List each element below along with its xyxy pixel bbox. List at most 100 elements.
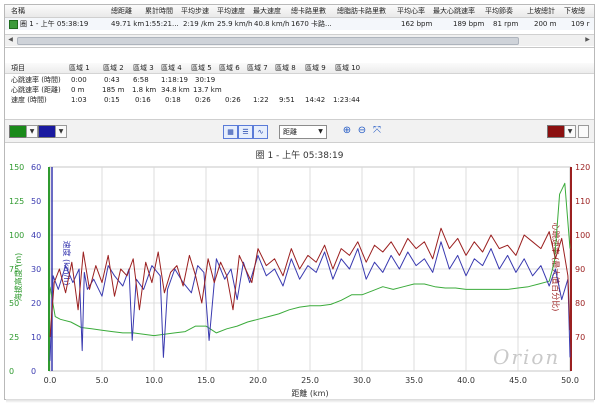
zone-value: 13.7 km: [193, 86, 222, 94]
elevation-tick-label: 0: [9, 367, 14, 376]
horizontal-scrollbar[interactable]: ◀ ▶: [5, 34, 594, 46]
elevation-tick-label: 125: [9, 197, 24, 206]
watermark-text: Orion: [493, 345, 561, 369]
app-window: 名稱 總距離 累計時間 平均步速 平均速度 最大速度 總卡路里數 總脂肪卡路里數…: [4, 4, 595, 400]
col-header-calories[interactable]: 總卡路里數: [291, 6, 326, 16]
heart-rate-color-swatch[interactable]: [547, 125, 565, 138]
chevron-down-icon[interactable]: ▼: [55, 125, 67, 138]
zone-value: 0:26: [225, 96, 241, 104]
x-tick-label: 15.0: [197, 376, 215, 385]
options-button[interactable]: [578, 125, 589, 138]
zone-value: 1:23:44: [333, 96, 360, 104]
lap-icon: [9, 20, 18, 29]
scroll-right-icon[interactable]: ▶: [583, 36, 592, 44]
col-header-name[interactable]: 名稱: [11, 6, 25, 16]
zones-col-item[interactable]: 項目: [11, 63, 25, 73]
col-header-max-hr[interactable]: 最大心跳速率: [433, 6, 475, 16]
zones-row-label: 速度 (時間): [11, 96, 47, 104]
speed-tick-label: 20: [31, 299, 41, 308]
col-header-max-speed[interactable]: 最大速度: [253, 6, 281, 16]
zone-value: 0 m: [71, 86, 85, 94]
lap-summary-table: 名稱 總距離 累計時間 平均步速 平均速度 最大速度 總卡路里數 總脂肪卡路里數…: [5, 5, 594, 48]
chevron-down-icon[interactable]: ▼: [26, 125, 38, 138]
zones-col-10[interactable]: 區域 10: [335, 63, 360, 73]
speed-color-swatch[interactable]: [38, 125, 56, 138]
zones-col-1[interactable]: 區域 1: [69, 63, 90, 73]
zones-col-2[interactable]: 區域 2: [103, 63, 124, 73]
chevron-down-icon: ▼: [318, 128, 323, 135]
col-header-avg-pace[interactable]: 平均步速: [181, 6, 209, 16]
zone-value: 1:03: [71, 96, 87, 104]
zone-value: 30:19: [195, 76, 216, 84]
zones-row-speed-time[interactable]: 速度 (時間) 1:03 0:15 0:16 0:18 0:26 0:26 1:…: [5, 95, 594, 105]
col-header-ascent[interactable]: 上坡總計: [527, 6, 555, 16]
zoom-fit-icon[interactable]: ⤧: [371, 125, 383, 137]
zoom-in-icon[interactable]: ⊕: [341, 125, 353, 137]
x-tick-label: 45.0: [509, 376, 527, 385]
heart-rate-tick-label: 110: [575, 197, 590, 206]
x-axis-label: 距離 (km): [291, 388, 328, 398]
x-tick-label: 5.0: [96, 376, 109, 385]
zone-value: 1:22: [253, 96, 269, 104]
chart-type-bar-icon[interactable]: ▦: [223, 125, 238, 139]
speed-tick-label: 40: [31, 231, 41, 240]
zones-col-8[interactable]: 區域 8: [275, 63, 296, 73]
zone-value: 14:42: [305, 96, 326, 104]
col-header-avg-speed[interactable]: 平均速度: [217, 6, 245, 16]
lap-cadence: 81 rpm: [493, 20, 519, 28]
chart-type-line-icon[interactable]: ∿: [253, 125, 268, 139]
zones-row-hr-distance[interactable]: 心跳速率 (距離) 0 m 185 m 1.8 km 34.8 km 13.7 …: [5, 85, 594, 95]
lap-name: 圈 1 - 上午 05:38:19: [20, 20, 89, 28]
zones-col-5[interactable]: 區域 5: [191, 63, 212, 73]
zones-col-9[interactable]: 區域 9: [305, 63, 326, 73]
speed-tick-label: 10: [31, 333, 41, 342]
zoom-out-icon[interactable]: ⊖: [356, 125, 368, 137]
col-header-fat-calories[interactable]: 總脂肪卡路里數: [337, 6, 386, 16]
col-header-avg-hr[interactable]: 平均心率: [397, 6, 425, 16]
zones-col-6[interactable]: 區域 6: [219, 63, 240, 73]
lap-ascent: 200 m: [534, 20, 557, 28]
chart-toolbar: ▼ ▼ ▦ ☰ ∿ 距離 ▼ ⊕ ⊖ ⤧ ▼: [5, 119, 594, 143]
elevation-color-swatch[interactable]: [9, 125, 27, 138]
zones-table: 項目 區域 1 區域 2 區域 3 區域 4 區域 5 區域 6 區域 7 區域…: [5, 63, 594, 115]
zones-col-3[interactable]: 區域 3: [133, 63, 154, 73]
scrollbar-thumb[interactable]: [17, 37, 519, 45]
lap-calories: 1670 卡路...: [291, 20, 332, 28]
x-tick-label: 25.0: [301, 376, 319, 385]
zone-value: 0:26: [195, 96, 211, 104]
scroll-left-icon[interactable]: ◀: [6, 36, 15, 44]
heart-rate-tick-label: 120: [575, 163, 590, 172]
x-axis-select[interactable]: 距離 ▼: [279, 125, 327, 139]
col-header-time[interactable]: 累計時間: [145, 6, 173, 16]
zone-value: 6:58: [133, 76, 149, 84]
x-axis-select-value: 距離: [283, 128, 297, 136]
col-header-cadence[interactable]: 平均節奏: [485, 6, 513, 16]
lap-max-hr: 189 bpm: [453, 20, 485, 28]
x-tick-label: 20.0: [249, 376, 267, 385]
elevation-tick-label: 150: [9, 163, 24, 172]
zone-value: 1:18:19: [161, 76, 188, 84]
heart-rate-tick-label: 100: [575, 231, 590, 240]
zones-row-label: 心跳速率 (距離): [11, 86, 61, 94]
lap-row[interactable]: 圈 1 - 上午 05:38:19 49.71 km 1:55:21... 2:…: [5, 18, 594, 30]
zones-col-4[interactable]: 區域 4: [161, 63, 182, 73]
zone-value: 0:16: [135, 96, 151, 104]
zones-header: 項目 區域 1 區域 2 區域 3 區域 4 區域 5 區域 6 區域 7 區域…: [5, 63, 594, 74]
elevation-axis-label: 海拔高度 (m): [13, 253, 23, 302]
chart-type-area-icon[interactable]: ☰: [238, 125, 253, 139]
heart-rate-tick-label: 70: [575, 333, 585, 342]
zone-value: 185 m: [102, 86, 125, 94]
zone-value: 0:43: [104, 76, 120, 84]
col-header-descent[interactable]: 下坡總: [564, 6, 585, 16]
x-tick-label: 35.0: [405, 376, 423, 385]
zones-col-7[interactable]: 區域 7: [247, 63, 268, 73]
speed-tick-label: 30: [31, 265, 41, 274]
chevron-down-icon[interactable]: ▼: [564, 125, 576, 138]
zone-value: 34.8 km: [161, 86, 190, 94]
col-header-distance[interactable]: 總距離: [111, 6, 132, 16]
lap-table-header: 名稱 總距離 累計時間 平均步速 平均速度 最大速度 總卡路里數 總脂肪卡路里數…: [5, 5, 594, 18]
x-tick-label: 30.0: [353, 376, 371, 385]
speed-tick-label: 50: [31, 197, 41, 206]
zones-row-hr-time[interactable]: 心跳速率 (時間) 0:00 0:43 6:58 1:18:19 30:19: [5, 75, 594, 85]
lap-distance: 49.71 km: [111, 20, 145, 28]
